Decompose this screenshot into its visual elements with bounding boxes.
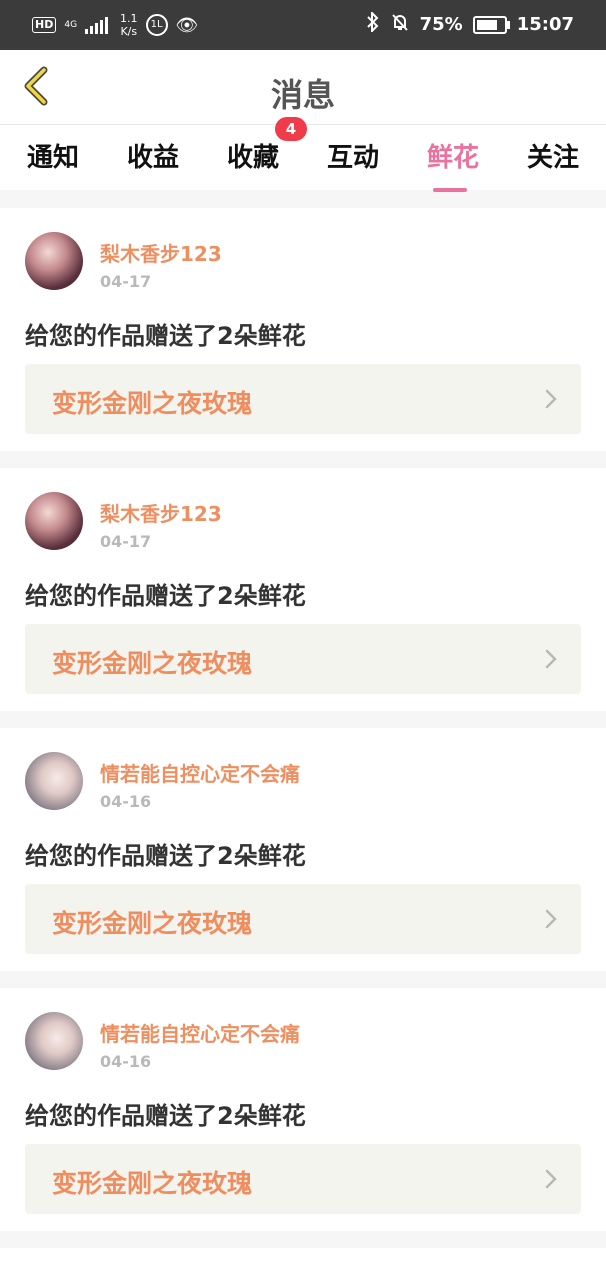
work-title: 变形金刚之夜玫瑰 <box>52 389 253 418</box>
favorites-count-badge: 4 <box>275 117 307 141</box>
clock: 15:07 <box>516 14 574 35</box>
work-link[interactable]: 变形金刚之夜玫瑰 <box>25 1144 581 1214</box>
battery-percent: 75% <box>419 14 463 35</box>
list-item: 情若能自控心定不会痛 04-16 给您的作品赠送了2朵鲜花 变形金刚之夜玫瑰 <box>0 988 606 1231</box>
tab-favorites[interactable]: 收藏 <box>213 137 293 174</box>
app-header: 消息 <box>0 50 606 125</box>
work-link[interactable]: 变形金刚之夜玫瑰 <box>25 884 581 954</box>
tab-flowers[interactable]: 鲜花 <box>413 137 493 192</box>
status-right: 75% 15:07 <box>366 10 574 37</box>
date: 04-16 <box>100 1052 152 1071</box>
mute-bell-icon <box>390 12 410 37</box>
avatar[interactable] <box>25 232 83 290</box>
tab-interaction[interactable]: 互动 <box>313 137 393 174</box>
chevron-right-icon <box>545 1169 557 1189</box>
message-text: 给您的作品赠送了2朵鲜花 <box>25 322 306 350</box>
username[interactable]: 梨木香步123 <box>100 238 222 267</box>
work-title: 变形金刚之夜玫瑰 <box>52 909 253 938</box>
avatar[interactable] <box>25 1012 83 1070</box>
network-speed: 1.1 K/s <box>120 12 138 38</box>
status-left: HD 4G 1.1 K/s 1L 👁 <box>32 12 198 38</box>
tab-notice[interactable]: 通知 <box>13 137 93 174</box>
work-link[interactable]: 变形金刚之夜玫瑰 <box>25 624 581 694</box>
avatar[interactable] <box>25 752 83 810</box>
speed-value: 1.1 <box>120 12 138 25</box>
signal-icon <box>85 16 109 34</box>
username[interactable]: 梨木香步123 <box>100 498 222 527</box>
date: 04-17 <box>100 532 152 551</box>
hd-icon: HD <box>32 17 57 33</box>
network-type: 4G <box>64 19 78 30</box>
message-text: 给您的作品赠送了2朵鲜花 <box>25 1102 306 1130</box>
notification-list: 梨木香步123 04-17 给您的作品赠送了2朵鲜花 变形金刚之夜玫瑰 梨木香步… <box>0 208 606 1288</box>
list-item: 情若能自控心定不会痛 04-16 给您的作品赠送了2朵鲜花 变形金刚之夜玫瑰 <box>0 728 606 971</box>
date: 04-16 <box>100 792 152 811</box>
message-text: 给您的作品赠送了2朵鲜花 <box>25 842 306 870</box>
data-saver-icon: 1L <box>145 14 168 36</box>
bluetooth-icon <box>366 10 380 37</box>
status-bar: HD 4G 1.1 K/s 1L 👁 75% 15:07 <box>0 0 606 50</box>
speed-unit: K/s <box>120 25 138 38</box>
work-title: 变形金刚之夜玫瑰 <box>52 1169 253 1198</box>
chevron-right-icon <box>545 909 557 929</box>
avatar[interactable] <box>25 492 83 550</box>
list-item: 梨木香步123 04-17 给您的作品赠送了2朵鲜花 变形金刚之夜玫瑰 <box>0 208 606 451</box>
work-link[interactable]: 变形金刚之夜玫瑰 <box>25 364 581 434</box>
active-tab-indicator <box>433 188 467 192</box>
tab-earnings[interactable]: 收益 <box>113 137 193 174</box>
chevron-right-icon <box>545 649 557 669</box>
work-title: 变形金刚之夜玫瑰 <box>52 649 253 678</box>
date: 04-17 <box>100 272 152 291</box>
tab-follow[interactable]: 关注 <box>513 137 593 174</box>
battery-icon <box>472 15 510 34</box>
tab-flowers-label: 鲜花 <box>426 143 479 173</box>
message-text: 给您的作品赠送了2朵鲜花 <box>25 582 306 610</box>
list-item-partial <box>0 1248 606 1288</box>
page-title: 消息 <box>270 76 335 114</box>
eye-comfort-icon: 👁 <box>175 14 199 36</box>
username[interactable]: 情若能自控心定不会痛 <box>100 1018 300 1047</box>
list-item: 梨木香步123 04-17 给您的作品赠送了2朵鲜花 变形金刚之夜玫瑰 <box>0 468 606 711</box>
username[interactable]: 情若能自控心定不会痛 <box>100 758 300 787</box>
chevron-right-icon <box>545 389 557 409</box>
